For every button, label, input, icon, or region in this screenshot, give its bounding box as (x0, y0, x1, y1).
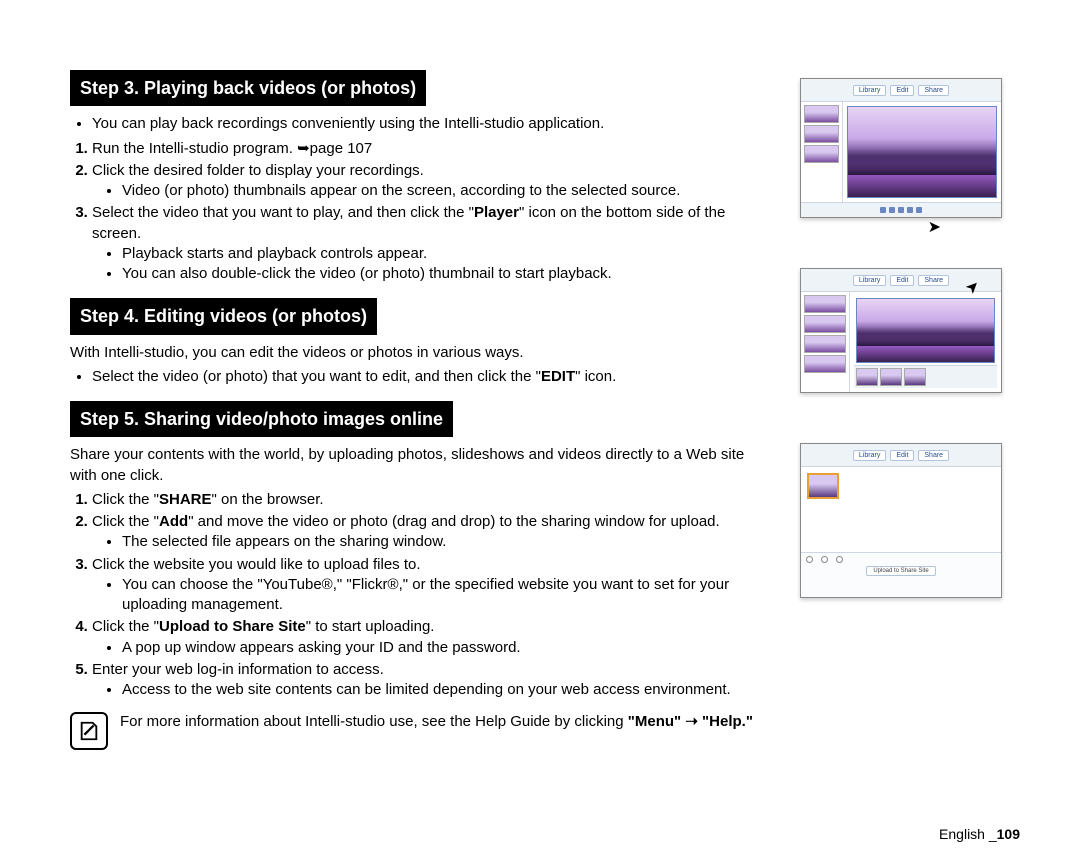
thumbnail (804, 295, 846, 313)
upload-button: Upload to Share Site (866, 566, 935, 576)
radio-option (836, 556, 843, 563)
step4-heading: Step 4. Editing videos (or photos) (70, 298, 377, 334)
step5-item2: Click the "Add" and move the video or ph… (92, 512, 770, 553)
step3-item3-sub2: You can also double-click the video (or … (122, 264, 770, 284)
thumbnail (804, 355, 846, 373)
step3-item2: Click the desired folder to display your… (92, 161, 770, 202)
step5-item4: Click the "Upload to Share Site" to star… (92, 617, 770, 658)
thumbnail (804, 125, 839, 143)
step5-heading: Step 5. Sharing video/photo images onlin… (70, 401, 453, 437)
pointer-icon: ➤ (928, 217, 941, 237)
step5-item3-sub: You can choose the "YouTube®," "Flickr®,… (122, 575, 770, 616)
tab-library: Library (853, 85, 886, 96)
step3-item2-sub: Video (or photo) thumbnails appear on th… (122, 181, 770, 201)
step4-bullet: Select the video (or photo) that you wan… (92, 367, 770, 387)
step5-item4-sub: A pop up window appears asking your ID a… (122, 638, 770, 658)
tab-edit: Edit (890, 275, 914, 286)
step5-item2-sub: The selected file appears on the sharing… (122, 532, 770, 552)
tab-share: Share (918, 450, 949, 461)
step3-item3: Select the video that you want to play, … (92, 203, 770, 284)
playback-controls (801, 202, 1001, 217)
tab-edit: Edit (890, 450, 914, 461)
screenshot-share: Library Edit Share Upload to Share Site (800, 443, 1002, 598)
page-footer: English _109 (939, 826, 1020, 842)
tab-edit: Edit (890, 85, 914, 96)
tab-share: Share (918, 275, 949, 286)
screenshot-player: Library Edit Share ➤ (800, 78, 1002, 218)
tab-library: Library (853, 450, 886, 461)
note-icon (70, 712, 108, 750)
sidebar-screenshots: Library Edit Share ➤ Li (800, 60, 1020, 826)
step5-item3: Click the website you would like to uplo… (92, 555, 770, 616)
preview-image (856, 298, 995, 363)
thumbnail (804, 145, 839, 163)
step5-item5: Enter your web log-in information to acc… (92, 660, 770, 701)
preview-image (847, 106, 997, 198)
note-row: For more information about Intelli-studi… (70, 712, 770, 750)
selected-thumbnail (807, 473, 839, 499)
step5-intro: Share your contents with the world, by u… (70, 445, 770, 486)
step3-heading: Step 3. Playing back videos (or photos) (70, 70, 426, 106)
timeline-thumb (904, 368, 926, 386)
main-content: Step 3. Playing back videos (or photos) … (70, 60, 770, 826)
step5-item5-sub: Access to the web site contents can be l… (122, 680, 770, 700)
radio-option (821, 556, 828, 563)
tab-library: Library (853, 275, 886, 286)
timeline-thumb (856, 368, 878, 386)
note-text: For more information about Intelli-studi… (120, 712, 753, 732)
step4-intro: With Intelli-studio, you can edit the vi… (70, 343, 770, 363)
screenshot-edit: Library Edit Share (800, 268, 1002, 393)
step5-item1: Click the "SHARE" on the browser. (92, 490, 770, 510)
thumbnail (804, 105, 839, 123)
radio-option (806, 556, 813, 563)
thumbnail (804, 315, 846, 333)
tab-share: Share (918, 85, 949, 96)
step3-intro: You can play back recordings convenientl… (92, 114, 770, 134)
thumbnail (804, 335, 846, 353)
step3-item3-sub1: Playback starts and playback controls ap… (122, 244, 770, 264)
timeline-thumb (880, 368, 902, 386)
step3-item1: Run the Intelli-studio program. ➥page 10… (92, 139, 770, 159)
